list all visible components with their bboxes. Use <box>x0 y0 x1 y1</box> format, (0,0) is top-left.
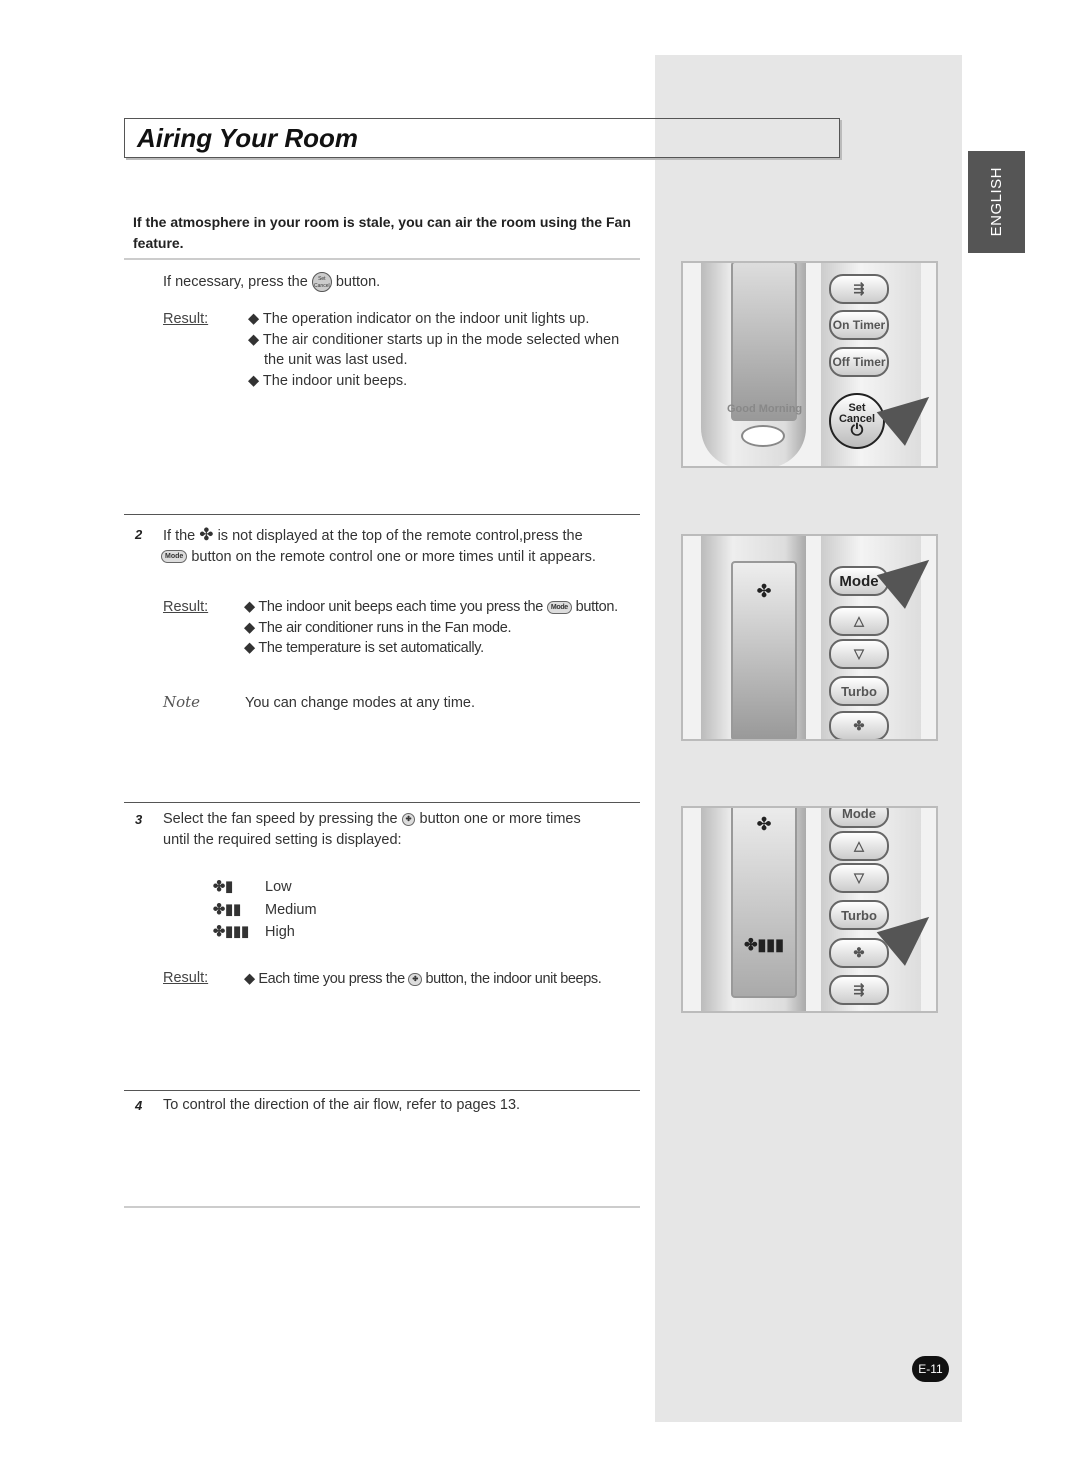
page-number: E-11 <box>912 1356 949 1382</box>
step2-results: The indoor unit beeps each time you pres… <box>244 597 634 659</box>
fan-low-icon: ✤▮ <box>213 879 234 895</box>
step-number: 4 <box>135 1098 143 1113</box>
step3-instruction: Select the fan speed by pressing the ✤ b… <box>163 811 581 848</box>
result-item: The temperature is set automatically. <box>244 638 634 659</box>
result-item: The operation indicator on the indoor un… <box>248 309 628 330</box>
fan-high-icon: ✤▮▮▮ <box>213 924 250 940</box>
fan-medium-icon: ✤▮▮ <box>213 901 242 918</box>
intro-text: If the atmosphere in your room is stale,… <box>133 214 631 251</box>
mode-button-icon: Mode <box>546 600 572 614</box>
note-text: You can change modes at any time. <box>245 695 476 711</box>
remote-illustration-fan-speed: ✤ ✤▮▮▮ Mode △ ▽ Turbo ✤ ⇶ <box>681 806 938 1013</box>
step1-results: The operation indicator on the indoor un… <box>248 309 628 391</box>
swing-button-icon: ⇶ <box>829 274 889 304</box>
divider <box>124 1090 640 1091</box>
divider <box>124 514 640 515</box>
fan-speed-list: ✤▮ Low ✤▮▮ Medium ✤▮▮▮ High <box>213 876 317 944</box>
step-number: 3 <box>135 812 143 827</box>
set-cancel-button: Set Cancel ⏻ <box>829 393 885 449</box>
result-label: Result: <box>163 970 209 986</box>
divider <box>124 802 640 803</box>
result-label: Result: <box>163 599 209 615</box>
remote-illustration-mode: ✤ Mode △ ▽ Turbo ✤ <box>681 534 938 741</box>
page-title: Airing Your Room <box>137 122 358 153</box>
divider <box>124 258 640 260</box>
step1-instruction: If necessary, press the Set Cancel button… <box>163 272 380 293</box>
language-tab: ENGLISH <box>968 151 1025 253</box>
step-number: 2 <box>135 527 143 542</box>
remote-illustration-set-cancel: Good Morning ⇶ On Timer Off Timer Set Can… <box>681 261 938 468</box>
divider <box>124 1206 640 1208</box>
result-item: The indoor unit beeps. <box>248 371 628 392</box>
step3-result: Each time you press the ✤ button, the in… <box>244 969 601 990</box>
fan-icon: ✤ <box>199 525 214 544</box>
step2-instruction: If the ✤ is not displayed at the top of … <box>161 525 596 565</box>
step4-instruction: To control the direction of the air flow… <box>163 1097 521 1113</box>
mode-button-icon: Mode <box>161 550 188 564</box>
title-box: Airing Your Room <box>124 118 840 158</box>
fan-speed-button-icon: ✤ <box>408 972 422 986</box>
set-cancel-button-icon: Set Cancel <box>311 272 332 293</box>
result-label: Result: <box>163 311 209 327</box>
result-item: The air conditioner runs in the Fan mode… <box>244 618 634 639</box>
note-label: Note <box>163 693 201 711</box>
fan-speed-button-icon: ✤ <box>401 812 416 826</box>
result-item: The air conditioner starts up in the mod… <box>248 330 628 371</box>
